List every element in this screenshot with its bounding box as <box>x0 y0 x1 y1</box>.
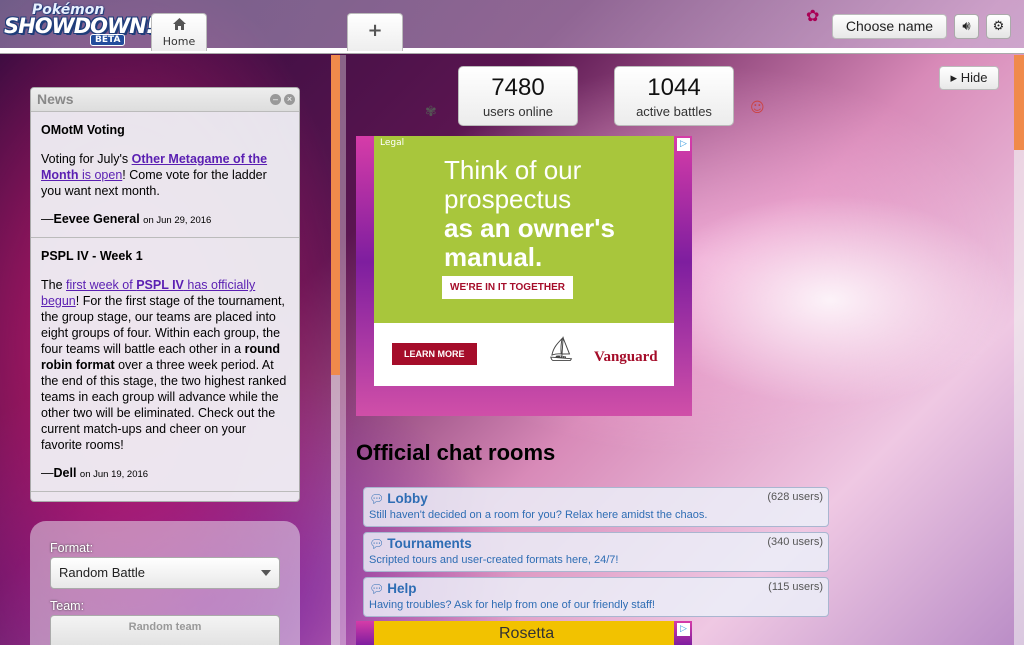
advertisement[interactable]: Legal Think of our prospectus as an owne… <box>356 136 692 416</box>
news-author: Eevee General <box>53 212 140 226</box>
main-pane-scrollbar[interactable] <box>1014 55 1024 645</box>
settings-button[interactable]: ⚙ <box>986 14 1011 39</box>
users-online-count: 7480 <box>491 74 545 101</box>
logo-beta-badge: BETA <box>90 34 126 46</box>
chat-bubble-icon: 💬︎ <box>369 492 385 506</box>
news-date: on Jun 19, 2016 <box>79 469 149 480</box>
tab-home[interactable]: Home <box>151 13 207 51</box>
news-byline: —Dell on Jun 19, 2016 <box>41 466 149 480</box>
ad-content[interactable]: Legal Think of our prospectus as an owne… <box>374 136 674 386</box>
news-link-text: is open <box>78 168 123 182</box>
news-heading: PSPL IV - Week 1 <box>41 249 143 263</box>
news-link-text: first week of <box>66 278 137 292</box>
news-text: The <box>41 278 67 292</box>
ad-tagline: WE'RE IN IT TOGETHER <box>442 276 573 299</box>
close-icon[interactable]: × <box>284 94 295 105</box>
room-name: Lobby <box>387 491 428 506</box>
ad-footer: LEARN MORE ⛵︎ Vanguard <box>374 323 674 386</box>
news-byline: —Eevee General on Jun 29, 2016 <box>41 212 212 226</box>
battle-form: Format: Random Battle Team: Random team <box>30 521 300 645</box>
active-battles-stat[interactable]: 1044 active battles <box>614 66 734 126</box>
active-battles-count: 1044 <box>647 74 701 101</box>
users-online-stat[interactable]: 7480 users online <box>458 66 578 126</box>
new-tab-button[interactable]: + <box>347 13 403 51</box>
team-select[interactable]: Random team <box>50 615 280 645</box>
format-value: Random Battle <box>59 565 145 580</box>
room-name: Help <box>387 581 417 596</box>
ad-content[interactable]: Rosetta <box>374 621 674 645</box>
news-body: Voting for July's Other Metagame of the … <box>41 151 289 199</box>
format-label: Format: <box>50 541 94 555</box>
news-item: PSPL IV - Week 1 The first week of PSPL … <box>31 238 299 492</box>
room-tournaments[interactable]: 💬︎ Tournaments (340 users) Scripted tours… <box>363 532 829 572</box>
team-label: Team: <box>50 599 85 613</box>
room-description: Scripted tours and user-created formats … <box>369 554 619 566</box>
ad-learn-more-button[interactable]: LEARN MORE <box>392 343 477 365</box>
hide-button[interactable]: ▸ Hide <box>939 66 999 90</box>
showdown-logo[interactable]: Pokémon SHOWDOWN! BETA <box>4 2 155 46</box>
news-body: The first week of PSPL IV has officially… <box>41 277 289 453</box>
room-user-count: (115 users) <box>768 581 823 593</box>
tab-home-label: Home <box>162 35 196 48</box>
room-description: Having troubles? Ask for help from one o… <box>369 599 655 611</box>
advertisement-bottom[interactable]: Rosetta ▷ <box>356 621 692 645</box>
news-link-bold: PSPL IV <box>136 278 184 292</box>
ad-headline: Think of our prospectus as an owner's ma… <box>444 156 664 272</box>
chat-rooms-heading: Official chat rooms <box>356 440 556 465</box>
chevron-down-icon <box>261 570 271 576</box>
room-description: Still haven't decided on a room for you?… <box>369 509 708 521</box>
adchoices-icon[interactable]: ▷ <box>677 623 690 636</box>
logo-main-text: SHOWDOWN! <box>4 14 155 38</box>
adchoices-icon[interactable]: ▷ <box>677 138 690 151</box>
main-pane-edge <box>340 55 346 645</box>
team-value: Random team <box>128 621 202 633</box>
users-online-label: users online <box>482 104 554 119</box>
hide-label: Hide <box>960 70 988 85</box>
room-user-count: (628 users) <box>767 491 823 503</box>
left-scrollbar-thumb[interactable] <box>331 55 340 375</box>
chat-bubble-icon: 💬︎ <box>369 537 385 551</box>
ad-headline-line: as an owner's <box>444 213 615 243</box>
left-pane-scrollbar[interactable] <box>331 55 340 645</box>
ad-brand: Rosetta <box>499 625 555 642</box>
format-select[interactable]: Random Battle <box>50 557 280 589</box>
ad-legal-text[interactable]: Legal <box>380 138 404 148</box>
user-avatar-sprite: ✿ <box>806 6 820 25</box>
ad-headline-line: manual. <box>444 242 543 272</box>
news-heading: OMotM Voting <box>41 123 125 137</box>
room-help[interactable]: 💬︎ Help (115 users) Having troubles? Ask … <box>363 577 829 617</box>
news-date: on Jun 29, 2016 <box>143 215 212 226</box>
gear-icon: ⚙ <box>992 19 1005 34</box>
sound-button[interactable]: 🔊︎ <box>954 14 979 39</box>
news-text: Voting for July's <box>41 152 132 166</box>
ship-icon: ⛵︎ <box>546 335 577 363</box>
chat-bubble-icon: 💬︎ <box>369 582 385 596</box>
main-scrollbar-thumb[interactable] <box>1014 55 1024 150</box>
news-author: Dell <box>53 466 77 480</box>
home-icon <box>152 18 206 33</box>
ad-brand: Vanguard <box>594 349 658 365</box>
news-panel: News – × OMotM Voting Voting for July's … <box>30 87 300 502</box>
pokemon-sprite-icon: ✾ <box>425 104 437 120</box>
room-lobby[interactable]: 💬︎ Lobby (628 users) Still haven't decide… <box>363 487 829 527</box>
room-name: Tournaments <box>387 536 472 551</box>
news-text: over a three week period. At the end of … <box>41 358 287 452</box>
minimize-icon[interactable]: – <box>270 94 281 105</box>
ad-headline-line: Think of our <box>444 155 582 185</box>
room-user-count: (340 users) <box>767 536 823 548</box>
speaker-icon: 🔊︎ <box>962 19 971 34</box>
active-battles-label: active battles <box>636 104 712 119</box>
ad-headline-line: prospectus <box>444 184 572 214</box>
news-title: News <box>31 88 299 112</box>
choose-name-button[interactable]: Choose name <box>832 14 947 39</box>
news-item: OMotM Voting Voting for July's Other Met… <box>31 112 299 238</box>
trainer-sprite-icon: ☺ <box>750 100 765 116</box>
